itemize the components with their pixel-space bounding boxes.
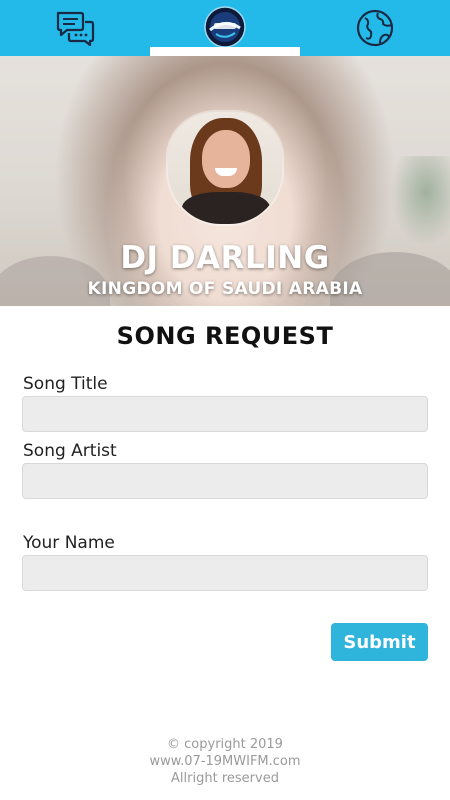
your-name-input[interactable] — [22, 555, 428, 591]
globe-icon[interactable] — [355, 8, 395, 48]
song-artist-input[interactable] — [22, 463, 428, 499]
top-navigation-bar — [0, 0, 450, 56]
footer: © copyright 2019 www.07-19MWIFM.com Allr… — [0, 736, 450, 787]
dj-avatar — [168, 112, 282, 224]
song-artist-label: Song Artist — [23, 441, 117, 461]
song-title-input[interactable] — [22, 396, 428, 432]
submit-button[interactable]: Submit — [331, 623, 428, 661]
dj-country: KINGDOM OF SAUDI ARABIA — [87, 279, 363, 299]
dj-hero-banner: DJ DARLING KINGDOM OF SAUDI ARABIA — [0, 56, 450, 306]
radio-logo[interactable] — [204, 6, 246, 48]
active-tab-indicator — [150, 47, 300, 56]
footer-website-link[interactable]: www.07-19MWIFM.com — [0, 753, 450, 770]
footer-rights: Allright reserved — [171, 771, 279, 786]
page-title: SONG REQUEST — [116, 322, 334, 350]
footer-copyright: © copyright 2019 — [167, 737, 283, 752]
your-name-label: Your Name — [23, 533, 115, 553]
song-title-label: Song Title — [23, 374, 108, 394]
dj-name: DJ DARLING — [120, 240, 330, 276]
chat-icon[interactable] — [55, 8, 95, 48]
